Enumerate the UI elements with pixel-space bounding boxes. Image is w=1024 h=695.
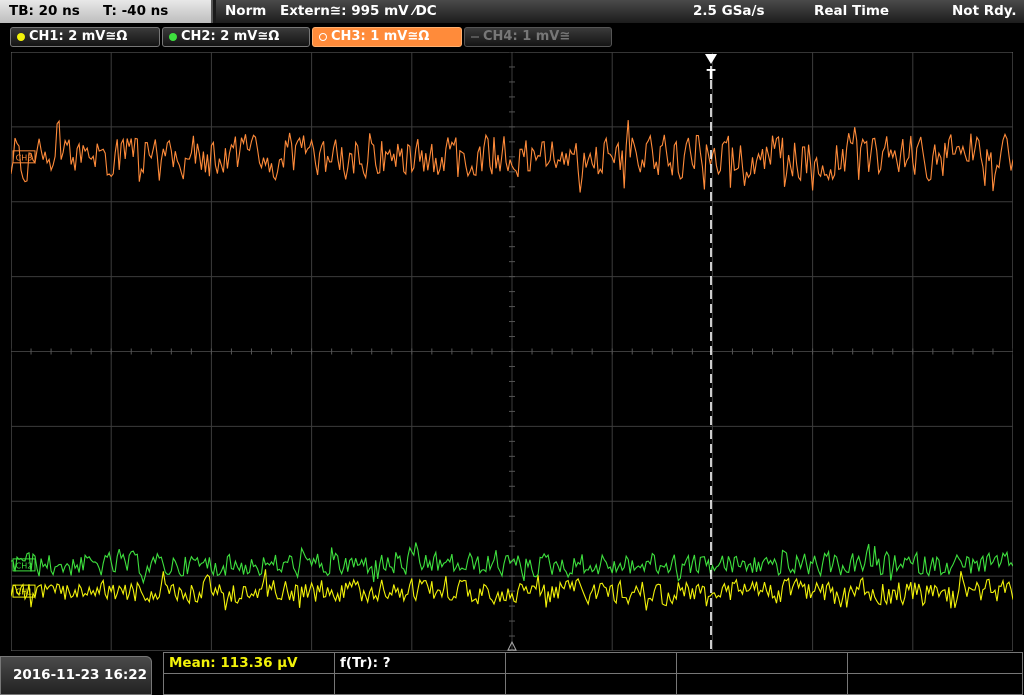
datetime-box[interactable]: 2016-11-23 16:22 <box>0 656 152 695</box>
timebase-box[interactable]: TB: 20 ns T: -40 ns <box>0 0 213 23</box>
channel-3-label: CH3: 1 mV≅Ω <box>331 29 430 44</box>
trigger-mode: Norm <box>225 3 267 19</box>
channel-2-dot-icon <box>169 33 177 41</box>
measurement-panel[interactable]: Mean: 113.36 µV f(Tr): ? <box>163 652 1023 695</box>
trigger-status-bar[interactable]: Norm Extern≅: 995 mV ⁄DC 2.5 GSa/s Real … <box>216 0 1024 23</box>
channel-marker-label: CH1 <box>16 588 33 597</box>
trigger-offset-label: T: -40 ns <box>103 3 169 19</box>
channel-1-button[interactable]: CH1: 2 mV≅Ω <box>10 27 160 47</box>
bottom-bar: 2016-11-23 16:22 Mean: 113.36 µV f(Tr): … <box>0 652 1024 695</box>
measurement-cell-empty-7[interactable] <box>676 673 848 695</box>
sample-rate: 2.5 GSa/s <box>693 3 765 19</box>
measurement-cell-empty-3[interactable] <box>847 652 1023 674</box>
channel-3-button[interactable]: CH3: 1 mV≅Ω <box>312 27 462 47</box>
waveform-display[interactable]: CH3 CH2 CH1 T <box>10 51 1014 652</box>
measurement-cell-empty-5[interactable] <box>334 673 506 695</box>
waveform-plot[interactable]: CH3 CH2 CH1 T <box>10 51 1014 652</box>
oscilloscope-screen: TB: 20 ns T: -40 ns Norm Extern≅: 995 mV… <box>0 0 1024 695</box>
trigger-source: Extern≅: 995 mV ⁄DC <box>280 3 437 19</box>
channel-2-label: CH2: 2 mV≅Ω <box>181 29 280 44</box>
channel-4-label: CH4: 1 mV≅ <box>483 29 571 44</box>
channel-4-button[interactable]: CH4: 1 mV≅ <box>464 27 612 47</box>
measurement-cell-mean[interactable]: Mean: 113.36 µV <box>163 652 335 674</box>
channel-marker-label: CH3 <box>16 153 33 162</box>
measurement-cell-empty-8[interactable] <box>847 673 1023 695</box>
measurement-cell-empty-2[interactable] <box>676 652 848 674</box>
channel-4-dash-icon <box>471 36 479 38</box>
measurement-cell-empty-6[interactable] <box>505 673 677 695</box>
timebase-label: TB: 20 ns <box>9 3 80 19</box>
top-status-bar: TB: 20 ns T: -40 ns Norm Extern≅: 995 mV… <box>0 0 1024 23</box>
channel-2-button[interactable]: CH2: 2 mV≅Ω <box>162 27 310 47</box>
measurement-cell-ftr[interactable]: f(Tr): ? <box>334 652 506 674</box>
ftr-measurement: f(Tr): ? <box>340 655 391 671</box>
channel-marker-label: CH2 <box>16 561 33 570</box>
measurement-cell-empty-4[interactable] <box>163 673 335 695</box>
channel-1-label: CH1: 2 mV≅Ω <box>29 29 128 44</box>
measurement-cell-empty-1[interactable] <box>505 652 677 674</box>
channel-3-dot-icon <box>319 33 327 41</box>
channel-1-dot-icon <box>17 33 25 41</box>
datetime-label: 2016-11-23 16:22 <box>13 667 148 683</box>
acquisition-status: Not Rdy. <box>952 3 1017 19</box>
trigger-marker-label: T <box>707 68 716 83</box>
acquisition-mode: Real Time <box>814 3 890 19</box>
mean-measurement: Mean: 113.36 µV <box>169 655 298 671</box>
channel-bar: CH1: 2 mV≅Ω CH2: 2 mV≅Ω CH3: 1 mV≅Ω CH4:… <box>0 23 1024 49</box>
